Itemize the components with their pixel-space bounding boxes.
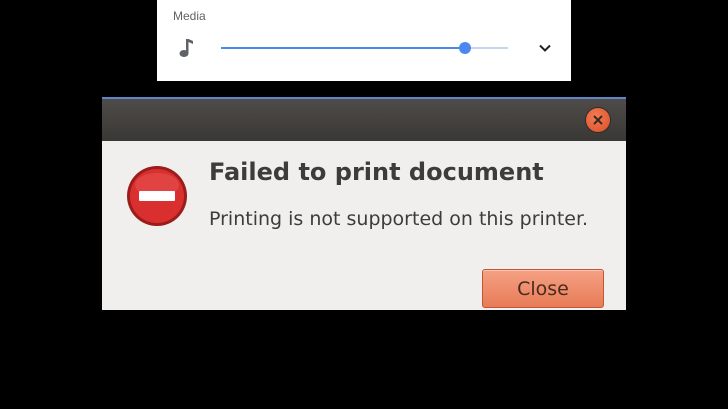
volume-slider-fill	[221, 47, 465, 49]
volume-slider-thumb[interactable]	[458, 42, 471, 54]
music-note-icon	[179, 39, 193, 57]
error-icon	[127, 166, 187, 226]
chevron-down-icon[interactable]	[537, 40, 553, 56]
media-panel: Media	[157, 0, 571, 81]
dialog-message: Printing is not supported on this printe…	[209, 208, 589, 230]
dialog-titlebar	[102, 99, 626, 141]
dialog-title: Failed to print document	[209, 158, 544, 186]
close-button[interactable]: Close	[482, 269, 604, 308]
volume-slider[interactable]	[221, 40, 508, 56]
window-close-icon[interactable]	[586, 108, 610, 132]
media-label: Media	[173, 9, 206, 23]
error-dialog: Failed to print document Printing is not…	[102, 97, 626, 310]
